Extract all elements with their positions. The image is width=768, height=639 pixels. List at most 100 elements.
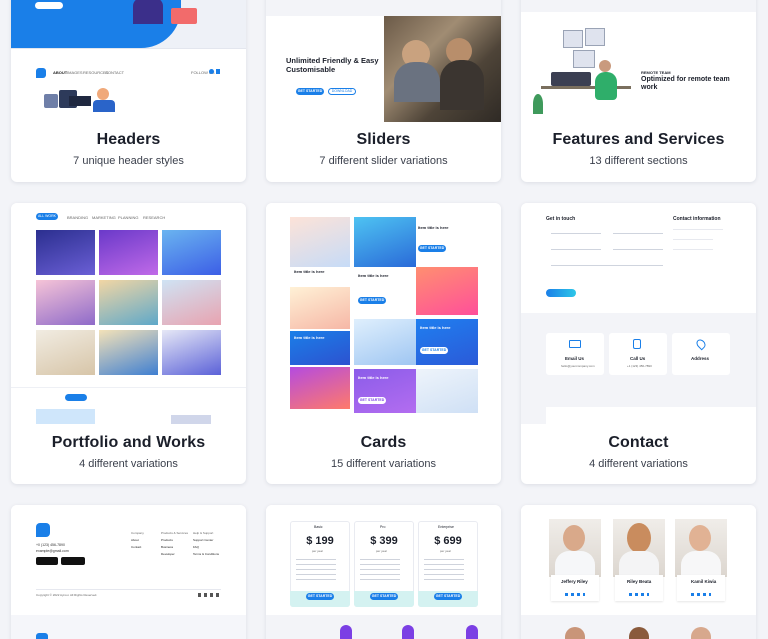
slider-primary-button: GET STARTED (296, 88, 324, 95)
card-pricing[interactable]: Basic Pro Enterprise $ 199 $ 399 $ 699 p… (266, 505, 501, 639)
plan-period: per year (376, 549, 388, 553)
tab-research: RESEARCH (143, 215, 166, 220)
plan-price: $ 699 (434, 535, 462, 547)
footers-thumbnail: +0 (123) 456-7890 example@gmail.com Comp… (11, 505, 246, 639)
social-icons (198, 593, 222, 597)
card-subtitle: 4 different variations (589, 458, 688, 470)
footer-col2-item: Products (161, 538, 173, 542)
slider-secondary-button: DOWNLOAD (328, 88, 356, 95)
card-item-title: Item title is here (294, 335, 325, 340)
card-item-title: Item title is here (294, 269, 325, 274)
sliders-thumbnail: Unlimited Friendly & Easy Customisable G… (266, 0, 501, 122)
card-subtitle: 7 unique header styles (73, 155, 184, 167)
address-label: Address (691, 356, 710, 361)
features-text (641, 94, 731, 108)
contact-caption: Contact 4 different variations (521, 434, 756, 470)
plan-button: GET STARTED (306, 593, 334, 600)
footer-col2-head: Products & Services (161, 531, 189, 535)
features-heading: Optimized for remote team work (641, 76, 730, 91)
plan-price: $ 399 (370, 535, 398, 547)
plan-name: Pro (380, 525, 386, 529)
card-headers[interactable]: ABOUT IMAGES RESOURCES CONTACT FOLLOW US… (11, 0, 246, 182)
facebook-icon (216, 69, 220, 74)
card-item-button: GET STARTED (358, 297, 386, 304)
card-title: Contact (608, 434, 669, 451)
call-value: +1 (123) 456-7890 (627, 364, 652, 368)
social-icons (691, 593, 711, 596)
template-gallery: ABOUT IMAGES RESOURCES CONTACT FOLLOW US… (0, 0, 768, 639)
plan-period: per year (312, 549, 324, 553)
footer-copyright: Copyright © 2022 Ayroui. All Rights Rese… (36, 593, 98, 597)
headers-caption: Headers 7 unique header styles (11, 131, 246, 167)
features-caption: Features and Services 13 different secti… (521, 131, 756, 167)
nav-contact: CONTACT (105, 70, 125, 75)
card-cards[interactable]: Item title is here GET STARTED Item titl… (266, 203, 501, 484)
cards-caption: Cards 15 different variations (266, 434, 501, 470)
plan-button: GET STARTED (434, 593, 462, 600)
card-subtitle: 4 different variations (79, 458, 178, 470)
card-item-button: GET STARTED (420, 347, 448, 354)
logo-icon (36, 68, 46, 78)
plan-name: Basic (314, 525, 323, 529)
features-thumbnail: REMOTE TEAM Optimized for remote team wo… (521, 0, 756, 122)
plan-button: GET STARTED (370, 593, 398, 600)
member-name: Kamil Kiwia (691, 579, 717, 584)
card-contact[interactable]: Get in touch Contact information Email U… (521, 203, 756, 484)
contact-form-title: Get in touch (546, 216, 576, 222)
card-item-button: GET STARTED (418, 245, 446, 252)
card-subtitle: 13 different sections (589, 155, 688, 167)
social-icons (565, 593, 585, 596)
card-title: Features and Services (552, 131, 725, 148)
contact-info-title: Contact information (673, 216, 721, 222)
card-item-title: Item title is here (420, 325, 451, 330)
member-name: Riley Beata (627, 579, 652, 584)
send-button (546, 289, 576, 297)
logo-icon (36, 523, 50, 537)
features-eyebrow: REMOTE TEAM (641, 70, 671, 75)
card-sliders[interactable]: Unlimited Friendly & Easy Customisable G… (266, 0, 501, 182)
member-name: Jeffery Riley (561, 579, 588, 584)
plan-price: $ 199 (306, 535, 334, 547)
card-item-title: Item title is here (358, 273, 389, 278)
footer-col1-head: Company (131, 531, 144, 535)
twitter-icon (209, 69, 214, 74)
card-title: Cards (360, 434, 407, 451)
footer-col2-item: Business (161, 545, 174, 549)
footer-col2-item: Developer (161, 552, 175, 556)
card-footers[interactable]: +0 (123) 456-7890 example@gmail.com Comp… (11, 505, 246, 639)
portfolio-thumbnail: ALL WORK BRANDING MARKETING PLANNING RES… (11, 203, 246, 424)
pricing-thumbnail: Basic Pro Enterprise $ 199 $ 399 $ 699 p… (266, 505, 501, 639)
footer-col3-head: Help & Support (193, 531, 214, 535)
footer-col3-item: FAQ (193, 545, 200, 549)
google-play-badge (61, 557, 85, 565)
email-value: hello@yourcompany.com (561, 364, 595, 368)
card-title: Portfolio and Works (51, 434, 206, 451)
card-subtitle: 7 different slider variations (319, 155, 448, 167)
portfolio-caption: Portfolio and Works 4 different variatio… (11, 434, 246, 470)
tab-branding: BRANDING (67, 215, 89, 220)
contact-thumbnail: Get in touch Contact information Email U… (521, 203, 756, 424)
footer-col3-item: Terms & Conditions (193, 552, 220, 556)
sliders-caption: Sliders 7 different slider variations (266, 131, 501, 167)
card-features[interactable]: REMOTE TEAM Optimized for remote team wo… (521, 0, 756, 182)
card-subtitle: 15 different variations (331, 458, 436, 470)
tab-marketing: MARKETING (92, 215, 116, 220)
tab-all-work: ALL WORK (36, 213, 58, 220)
card-portfolio[interactable]: ALL WORK BRANDING MARKETING PLANNING RES… (11, 203, 246, 484)
card-item-title: Item title is here (418, 225, 449, 230)
call-us-label: Call Us (630, 356, 646, 361)
mail-icon (569, 340, 581, 348)
phone-icon (633, 339, 641, 349)
card-title: Headers (96, 131, 161, 148)
footer-col3-item: Support Center (193, 538, 214, 542)
footer-col1-item: About (131, 538, 139, 542)
card-team[interactable]: Jeffery Riley Riley Beata Kamil Kiwia (521, 505, 756, 639)
card-title: Sliders (356, 131, 411, 148)
plan-name: Enterprise (438, 525, 454, 529)
card-item-title: Item title is here (358, 375, 389, 380)
tab-planning: PLANNING (118, 215, 139, 220)
slider-heading: Unlimited Friendly & Easy Customisable (286, 56, 379, 74)
social-icons (629, 593, 649, 596)
headers-thumbnail: ABOUT IMAGES RESOURCES CONTACT FOLLOW US (11, 0, 246, 122)
plan-period: per year (440, 549, 452, 553)
